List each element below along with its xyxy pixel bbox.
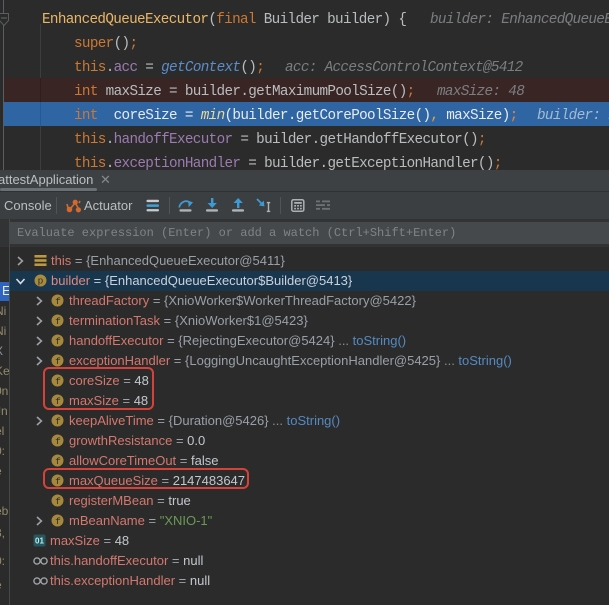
svg-text:f: f (55, 436, 61, 447)
svg-text:f: f (55, 356, 61, 367)
svg-text:f: f (55, 296, 61, 307)
svg-text:f: f (55, 316, 61, 327)
svg-text:p: p (38, 276, 44, 287)
svg-text:01: 01 (35, 536, 44, 545)
svg-text:f: f (55, 416, 61, 427)
svg-text:f: f (55, 456, 61, 467)
svg-text:f: f (55, 336, 61, 347)
svg-text:f: f (55, 496, 61, 507)
svg-text:f: f (55, 516, 61, 527)
